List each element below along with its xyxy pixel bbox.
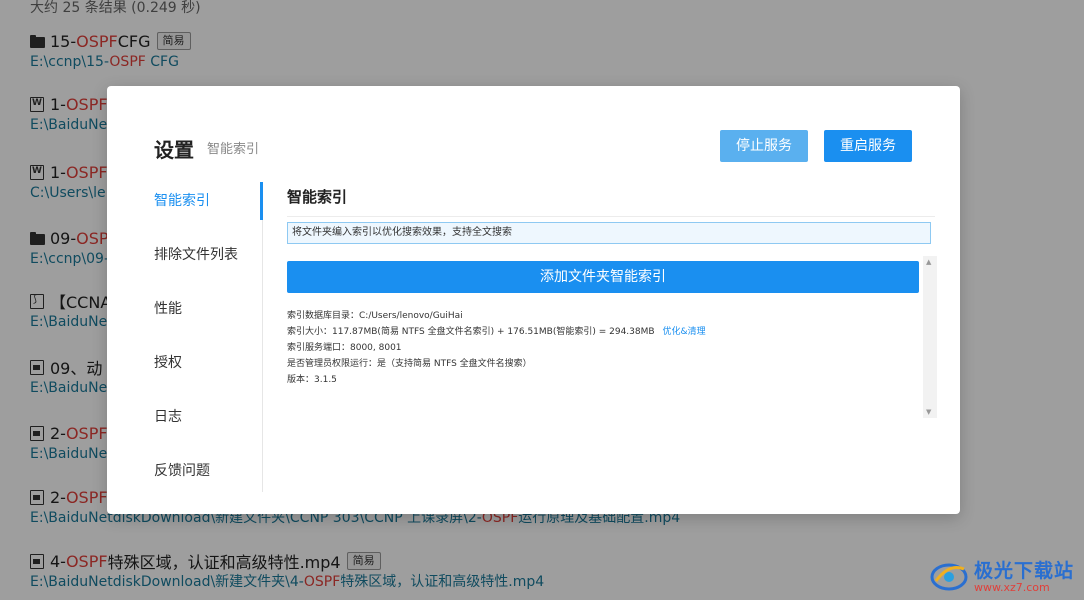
settings-dialog: 设置 智能索引 停止服务 重启服务 智能索引 排除文件列表 性能 授权 日志 反… — [107, 86, 960, 514]
watermark: 极光下载站 www.xz7.com — [928, 556, 1074, 594]
site-logo-icon — [930, 563, 968, 591]
info-banner: 将文件夹编入索引以优化搜索效果，支持全文搜索 — [287, 222, 931, 244]
vertical-scrollbar[interactable]: ▲ ▼ — [923, 256, 937, 418]
index-size-line: 索引大小：117.87MB(简易 NTFS 全盘文件名索引) + 176.51M… — [287, 324, 706, 340]
watermark-url: www.xz7.com — [973, 581, 1050, 594]
optimize-clean-link[interactable]: 优化&清理 — [663, 327, 706, 337]
nav-item-feedback[interactable]: 反馈问题 — [154, 461, 210, 481]
scroll-down-arrow-icon[interactable]: ▼ — [926, 408, 931, 416]
index-info-scroll-area[interactable]: 添加文件夹智能索引 索引数据库目录：C:/Users/lenovo/GuiHai… — [287, 256, 937, 418]
nav-item-exclude-list[interactable]: 排除文件列表 — [154, 245, 238, 265]
settings-side-nav: 智能索引 排除文件列表 性能 授权 日志 反馈问题 — [107, 182, 263, 492]
nav-item-license[interactable]: 授权 — [154, 353, 182, 373]
index-info: 索引数据库目录：C:/Users/lenovo/GuiHai 索引大小：117.… — [287, 308, 706, 388]
version-text: 版本：3.1.5 — [287, 375, 337, 385]
dialog-subtitle: 智能索引 — [207, 142, 260, 157]
restart-service-button[interactable]: 重启服务 — [824, 130, 912, 162]
divider — [287, 216, 935, 217]
service-port-text: 索引服务端口：8000, 8001 — [287, 343, 402, 353]
section-title: 智能索引 — [287, 188, 348, 206]
dialog-title: 设置 — [154, 138, 194, 162]
nav-active-indicator — [260, 182, 263, 220]
nav-item-smart-index[interactable]: 智能索引 — [154, 191, 210, 211]
scroll-up-arrow-icon[interactable]: ▲ — [926, 258, 931, 266]
stop-service-button[interactable]: 停止服务 — [720, 130, 808, 162]
index-size-text: 索引大小：117.87MB(简易 NTFS 全盘文件名索引) + 176.51M… — [287, 327, 655, 337]
db-directory-text: 索引数据库目录：C:/Users/lenovo/GuiHai — [287, 311, 463, 321]
nav-item-performance[interactable]: 性能 — [154, 299, 182, 319]
add-folder-index-button[interactable]: 添加文件夹智能索引 — [287, 261, 919, 293]
nav-item-log[interactable]: 日志 — [154, 407, 182, 427]
admin-status-text: 是否管理员权限运行：是（支持简易 NTFS 全盘文件名搜索） — [287, 359, 532, 369]
watermark-name: 极光下载站 — [973, 560, 1074, 582]
